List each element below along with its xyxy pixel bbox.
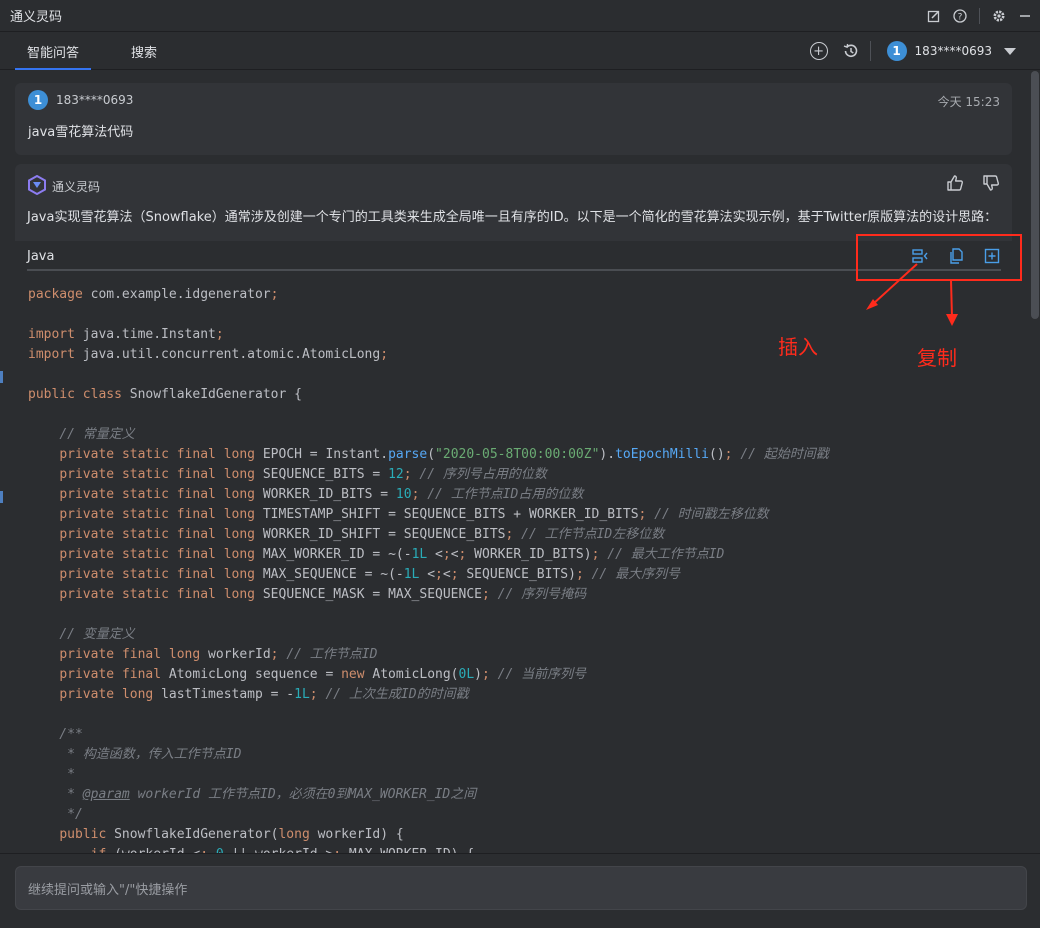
gutter-marker	[0, 371, 3, 383]
tab-search[interactable]: 搜索	[131, 32, 157, 70]
message-timestamp: 今天 15:23	[937, 95, 1000, 109]
code-line: private long lastTimestamp = -1L; // 上次生…	[59, 687, 469, 702]
code-line: * 构造函数，传入工作节点ID	[28, 747, 242, 762]
tab-smart-qa[interactable]: 智能问答	[14, 32, 92, 70]
code-line: private static final long WORKER_ID_BITS…	[59, 487, 584, 502]
code-line: import java.util.concurrent.atomic.Atomi…	[28, 347, 389, 362]
tongyi-logo-icon	[28, 175, 46, 195]
code-content[interactable]: package com.example.idgenerator; ​ import …	[28, 285, 829, 853]
code-line: ​	[28, 705, 829, 725]
code-line: ​	[28, 305, 829, 325]
code-line: private static final long SEQUENCE_MASK …	[59, 587, 587, 602]
gutter-marker	[0, 491, 3, 503]
window-title: 通义灵码	[10, 10, 63, 25]
toolbar-divider	[869, 41, 871, 61]
new-chat-icon[interactable]: +	[809, 42, 828, 60]
chat-content[interactable]: 1 183****0693 今天 15:23 java雪花算法代码 通义灵码 J…	[0, 71, 1040, 853]
chat-input[interactable]: 继续提问或输入"/"快捷操作	[15, 866, 1027, 910]
message-user-name: 183****0693	[56, 93, 134, 107]
thumbs-down-icon[interactable]	[982, 174, 1000, 192]
code-line: private static final long MAX_WORKER_ID …	[59, 547, 725, 562]
code-language-label: Java	[27, 249, 55, 264]
code-line: */	[28, 807, 83, 822]
svg-text:?: ?	[958, 13, 963, 23]
edit-icon[interactable]	[927, 9, 941, 23]
user-message-text: java雪花算法代码	[28, 125, 134, 140]
history-icon[interactable]	[842, 42, 860, 60]
ai-intro-text: Java实现雪花算法（Snowflake）通常涉及创建一个专门的工具类来生成全局…	[27, 210, 998, 225]
code-line: /**	[28, 727, 83, 742]
annotation-copy-label: 复制	[917, 346, 957, 370]
left-gutter	[0, 71, 4, 853]
code-line: import java.time.Instant;	[28, 327, 224, 342]
input-area: 继续提问或输入"/"快捷操作	[0, 853, 1040, 928]
code-line: ​	[28, 365, 829, 385]
code-line: ​	[28, 605, 829, 625]
ai-name: 通义灵码	[52, 180, 101, 194]
toolbar-divider	[979, 8, 980, 24]
code-line: private static final long MAX_SEQUENCE =…	[59, 567, 681, 582]
code-line: // 变量定义	[59, 627, 135, 642]
code-line: * @param workerId 工作节点ID，必须在0到MAX_WORKER…	[28, 787, 477, 802]
code-block-header: Java	[27, 241, 1001, 271]
code-line: if (workerId <; 0 || workerId >; MAX_WOR…	[28, 845, 829, 853]
code-line: public SnowflakeIdGenerator(long workerI…	[59, 827, 404, 842]
user-message-card: 1 183****0693 今天 15:23 java雪花算法代码	[15, 83, 1012, 155]
code-line: // 常量定义	[59, 427, 135, 442]
code-line: public class SnowflakeIdGenerator {	[28, 387, 302, 402]
code-line: private final AtomicLong sequence = new …	[59, 667, 587, 682]
annotation-insert-label: 插入	[778, 335, 818, 359]
gear-icon[interactable]	[992, 9, 1006, 23]
scrollbar[interactable]	[1031, 71, 1039, 319]
avatar[interactable]: 1	[886, 41, 907, 61]
chevron-down-icon[interactable]	[1004, 47, 1016, 55]
code-line: package com.example.idgenerator;	[28, 287, 279, 302]
code-line: *	[28, 767, 75, 782]
code-line: private static final long WORKER_ID_SHIF…	[59, 527, 665, 542]
help-icon[interactable]: ?	[953, 9, 967, 23]
minimize-icon[interactable]	[1018, 9, 1032, 23]
code-line: private static final long EPOCH = Instan…	[59, 447, 829, 462]
thumbs-up-icon[interactable]	[946, 174, 964, 192]
title-bar: 通义灵码 ?	[0, 0, 1040, 32]
code-line: private final long workerId; // 工作节点ID	[59, 647, 378, 662]
account-name[interactable]: 183****0693	[915, 44, 992, 58]
avatar: 1	[28, 90, 48, 110]
code-line: private static final long SEQUENCE_BITS …	[59, 467, 547, 482]
code-line: ​	[28, 405, 829, 425]
code-block: Java package com.example.idgenerator; ​ im…	[15, 241, 1012, 853]
code-line: private static final long TIMESTAMP_SHIF…	[59, 507, 769, 522]
annotation-highlight-box	[856, 234, 1022, 281]
tab-bar: 智能问答 搜索 + 1 183****0693	[0, 32, 1040, 70]
